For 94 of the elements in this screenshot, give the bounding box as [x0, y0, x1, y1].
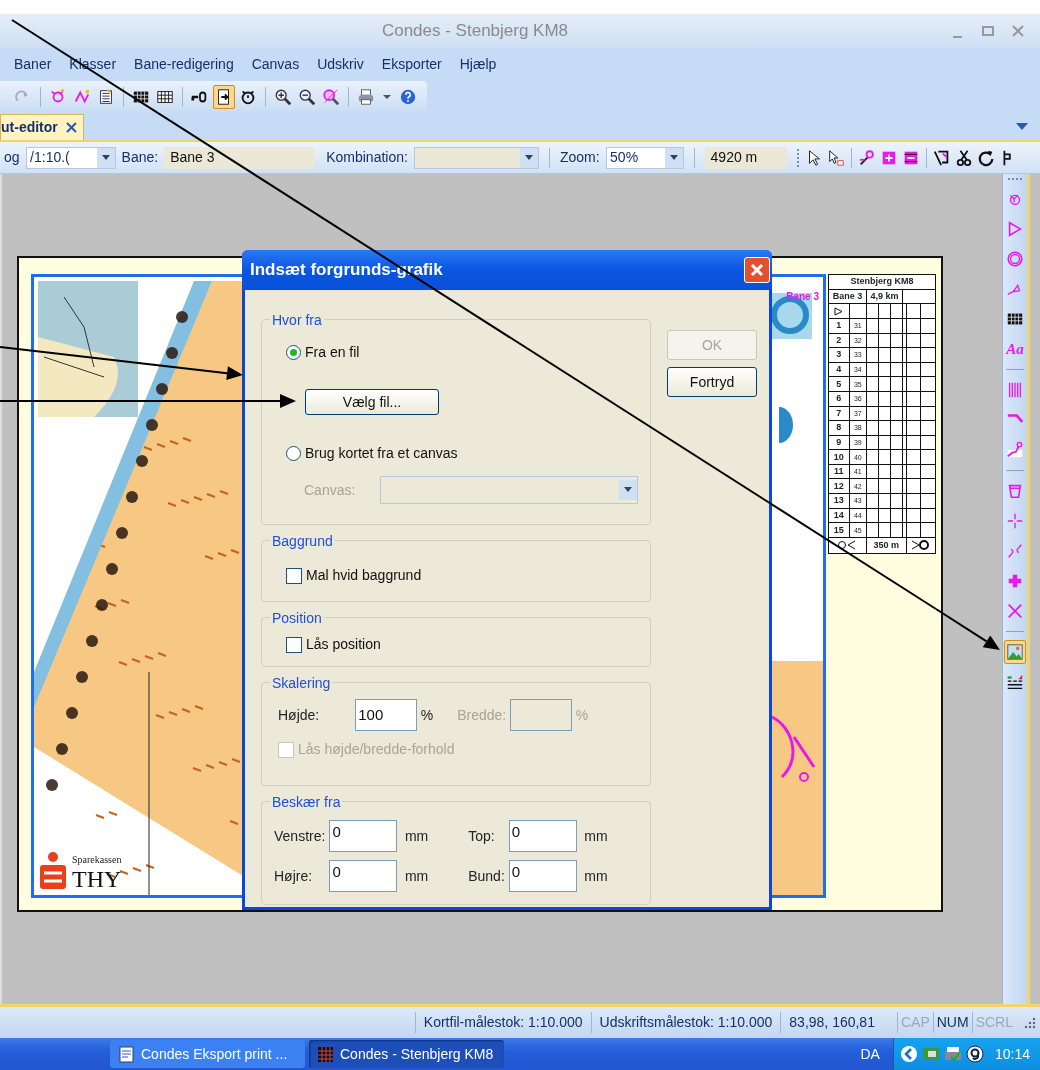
- table-cell: 15: [828, 522, 850, 538]
- menu-item[interactable]: Udskriv: [308, 53, 373, 75]
- input-field[interactable]: 0: [508, 860, 577, 892]
- menu-item[interactable]: Bane-redigering: [125, 53, 243, 75]
- table-cell: 5: [828, 376, 850, 392]
- input-field[interactable]: 0: [329, 860, 398, 892]
- table-cell: 12: [828, 479, 850, 494]
- table-cell: Bane 3: [828, 289, 867, 304]
- document-tab[interactable]: ut-editor: [0, 114, 84, 140]
- zoom-dropdown[interactable]: 50%: [605, 146, 684, 169]
- dropdown-arrow-icon[interactable]: [524, 154, 533, 161]
- label: Højde:: [278, 705, 320, 725]
- logo-text: THY: [72, 867, 122, 891]
- checkbox-box[interactable]: [286, 567, 302, 584]
- checkbox[interactable]: Mal hvid baggrund: [286, 565, 638, 586]
- logo-text: Sparekassen: [72, 853, 122, 867]
- checkbox-box[interactable]: [286, 636, 302, 653]
- caret-icon[interactable]: [383, 95, 391, 99]
- start-triangle-icon: [834, 306, 844, 316]
- label: Canvas:: [304, 480, 356, 500]
- table-cell: 13: [828, 493, 850, 509]
- label: Bredde:: [457, 705, 507, 725]
- dropdown-icon[interactable]: [1016, 123, 1028, 130]
- menu-item[interactable]: Eksporter: [372, 53, 451, 75]
- scale-dropdown[interactable]: /1:10.(: [25, 146, 116, 169]
- radio-circle[interactable]: [286, 345, 301, 360]
- table-cell: 2: [828, 333, 850, 348]
- taskbar-button[interactable]: Condes - Stenbjerg KM8: [309, 1040, 504, 1068]
- status-text: Udskriftsmålestok: 1:10.000: [590, 1012, 781, 1033]
- label: og: [4, 148, 20, 167]
- height-field[interactable]: 100: [355, 699, 418, 731]
- dropdown-arrow-icon[interactable]: [101, 154, 110, 161]
- table-cell: 8: [828, 420, 850, 436]
- taskbar-button[interactable]: Condes Eksport print ...: [110, 1040, 305, 1068]
- label: Bane:: [121, 148, 159, 167]
- close-button[interactable]: [744, 257, 770, 283]
- dropdown-arrow-icon[interactable]: [669, 154, 678, 161]
- image-icon[interactable]: [1004, 640, 1026, 664]
- radio-circle[interactable]: [286, 446, 301, 461]
- window-title: Condes - Stenbjerg KM8: [380, 20, 570, 43]
- status-indicator: SCRL: [971, 1012, 1016, 1033]
- network-icon[interactable]: [921, 1045, 940, 1063]
- input-field[interactable]: 0: [508, 820, 577, 852]
- table-cell: 4: [828, 362, 850, 377]
- table-cell: 350 m: [866, 537, 907, 554]
- arrow: [936, 609, 1000, 650]
- label: Zoom:: [559, 148, 600, 167]
- radio-button[interactable]: Fra en fil: [286, 342, 638, 363]
- choose-file-button[interactable]: Vælg fil...: [305, 389, 439, 415]
- label: Venstre:: [274, 826, 326, 846]
- label: Bund:: [468, 866, 505, 886]
- app-icon[interactable]: [965, 1045, 984, 1063]
- document-icon: [118, 1045, 135, 1063]
- table-cell: 11: [828, 464, 850, 479]
- menu-item[interactable]: Baner: [0, 53, 61, 75]
- bank-logo-icon: [38, 851, 68, 891]
- language-indicator[interactable]: DA: [860, 1043, 880, 1065]
- status-indicator: CAP: [896, 1012, 933, 1033]
- table-cell: 14: [828, 508, 850, 523]
- table-cell: 10: [828, 449, 850, 465]
- length-field: 4920 m: [704, 146, 787, 169]
- resize-grip-icon[interactable]: [1024, 1016, 1036, 1029]
- unit-label: mm: [404, 826, 429, 846]
- unit-label: %: [575, 705, 589, 725]
- label: Kombination:: [326, 148, 408, 167]
- label: Højre:: [274, 866, 314, 886]
- unit-label: mm: [584, 826, 608, 846]
- table-cell: 9: [828, 435, 850, 450]
- dialog-button[interactable]: Fortryd: [667, 367, 757, 397]
- app-icon: [317, 1045, 334, 1063]
- close-icon[interactable]: [65, 122, 77, 133]
- clock: 10:14: [994, 1044, 1030, 1064]
- table-cell: Stenbjerg KM8: [828, 274, 936, 290]
- unit-label: mm: [584, 866, 608, 886]
- course-label: Bane 3: [786, 290, 819, 304]
- status-indicator: NUM: [932, 1012, 972, 1033]
- input-field[interactable]: 0: [329, 820, 398, 852]
- status-text: Kortfil-målestok: 1:10.000: [414, 1012, 591, 1033]
- table-cell: 6: [828, 391, 850, 406]
- unit-label: %: [420, 705, 434, 725]
- status-text: 83,98, 160,81: [780, 1012, 883, 1033]
- label: Top:: [468, 826, 496, 846]
- table-cell: 3: [828, 347, 850, 363]
- table-cell: 7: [828, 406, 850, 421]
- table-cell: 1: [828, 318, 850, 334]
- menu-item[interactable]: Canvas: [242, 53, 309, 75]
- course-field[interactable]: Bane 3: [164, 146, 315, 169]
- checkbox[interactable]: Lås position: [286, 634, 638, 655]
- finish-icon: [909, 540, 932, 551]
- unit-label: mm: [404, 866, 429, 886]
- table-cell: 4,9 km: [866, 289, 903, 304]
- menu-item[interactable]: Hjælp: [450, 53, 506, 75]
- radio-button[interactable]: Brug kortet fra et canvas: [286, 443, 638, 464]
- chevron-icon[interactable]: [899, 1045, 918, 1063]
